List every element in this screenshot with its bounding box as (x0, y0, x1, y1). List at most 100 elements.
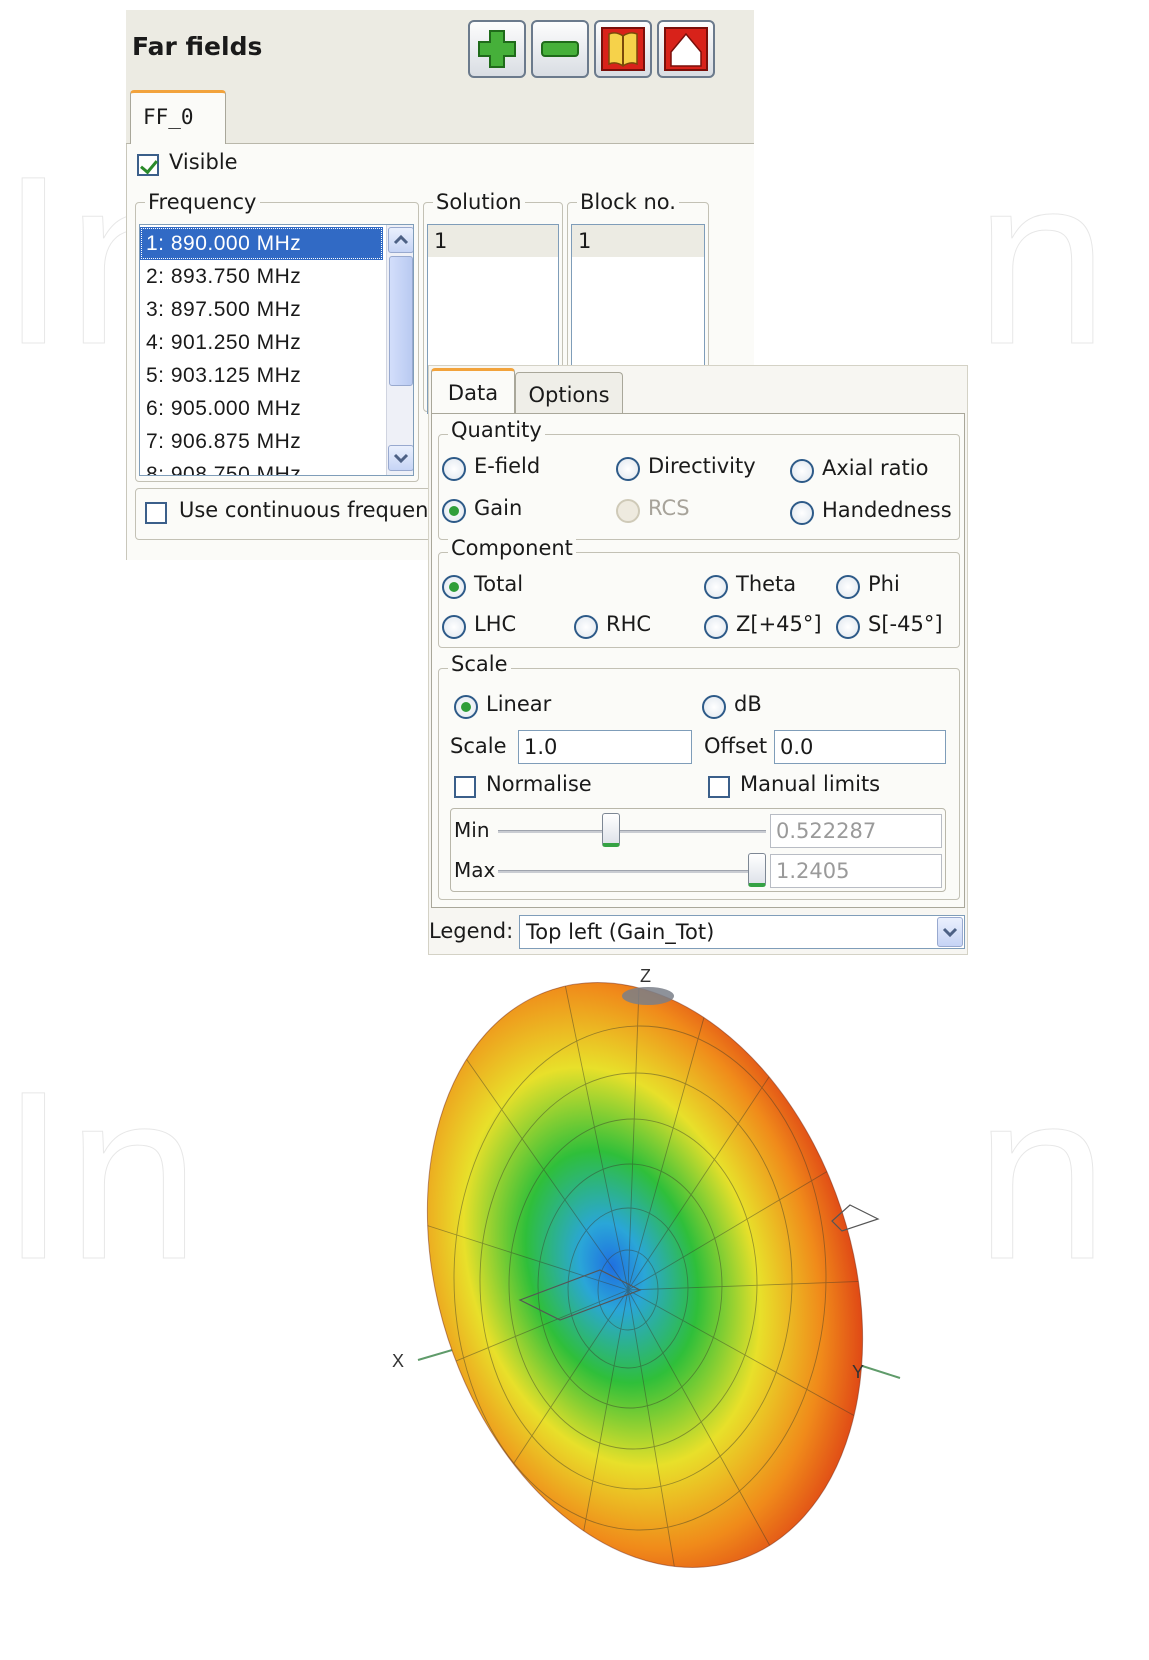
z45-label: Z[+45°] (736, 612, 822, 636)
z-axis-label: Z (640, 966, 651, 986)
s45-label: S[-45°] (868, 612, 943, 636)
rcs-label: RCS (648, 496, 690, 520)
frequency-item[interactable]: 8: 908.750 MHz (140, 458, 383, 475)
total-label: Total (474, 572, 524, 596)
z45-radio[interactable] (704, 615, 728, 639)
rhc-label: RHC (606, 612, 652, 636)
radiation-lobe (409, 960, 901, 1625)
lhc-radio[interactable] (442, 615, 466, 639)
data-tab-body: Quantity E-field Directivity Axial ratio… (431, 413, 965, 908)
efield-label: E-field (474, 454, 541, 478)
tab-ff0[interactable]: FF_0 (130, 90, 226, 146)
min-input[interactable]: 0.522287 (770, 814, 942, 848)
visible-checkbox[interactable] (137, 154, 159, 176)
legend-label: Legend: (429, 919, 514, 943)
rhc-radio[interactable] (574, 615, 598, 639)
continuous-frequency-label: Use continuous frequen (179, 498, 429, 522)
legend-row: Legend: Top left (Gain_Tot) (429, 911, 969, 955)
manual-limits-label: Manual limits (740, 772, 881, 796)
linear-label: Linear (486, 692, 552, 716)
solution-value[interactable]: 1 (428, 225, 558, 257)
add-button[interactable] (468, 20, 526, 78)
book-button[interactable] (594, 20, 652, 78)
gain-label: Gain (474, 496, 523, 520)
scroll-down-button[interactable] (388, 445, 413, 471)
theta-radio[interactable] (704, 575, 728, 599)
min-slider-thumb[interactable] (602, 813, 620, 847)
scale-field-label: Scale (450, 734, 507, 758)
tab-ff0-label: FF_0 (143, 105, 194, 129)
normalise-label: Normalise (486, 772, 592, 796)
max-slider-thumb[interactable] (748, 853, 766, 887)
theta-label: Theta (736, 572, 797, 596)
frequency-list[interactable]: 1: 890.000 MHz 2: 893.750 MHz 3: 897.500… (139, 224, 414, 476)
panel-title: Far fields (132, 32, 263, 61)
axial-ratio-label: Axial ratio (822, 456, 929, 480)
block-value[interactable]: 1 (572, 225, 704, 257)
offset-input[interactable]: 0.0 (774, 730, 946, 764)
frequency-item[interactable]: 3: 897.500 MHz (140, 293, 383, 326)
axial-ratio-radio[interactable] (790, 459, 814, 483)
gain-radio[interactable] (442, 499, 466, 523)
visible-label: Visible (169, 150, 238, 174)
legend-dropdown-button[interactable] (937, 917, 963, 947)
max-label: Max (454, 858, 496, 882)
max-slider-track[interactable] (498, 870, 766, 873)
max-input[interactable]: 1.2405 (770, 854, 942, 888)
scroll-thumb[interactable] (389, 256, 413, 386)
panel-header: Far fields (126, 10, 754, 84)
scroll-up-button[interactable] (388, 227, 413, 253)
db-radio[interactable] (702, 695, 726, 719)
db-label: dB (734, 692, 762, 716)
lhc-label: LHC (474, 612, 517, 636)
manual-limits-checkbox[interactable] (708, 776, 730, 798)
chevron-up-icon (393, 234, 409, 245)
remove-button[interactable] (531, 20, 589, 78)
x-axis-label: X (392, 1351, 404, 1371)
plus-icon (478, 30, 516, 68)
min-slider-track[interactable] (498, 830, 766, 833)
continuous-frequency-checkbox[interactable] (145, 502, 167, 524)
data-options-panel: Data Options Quantity E-field Directivit… (428, 365, 968, 955)
frequency-item[interactable]: 7: 906.875 MHz (140, 425, 383, 458)
house-button[interactable] (657, 20, 715, 78)
tab-data-label: Data (447, 381, 499, 405)
legend-select-value: Top left (Gain_Tot) (526, 920, 715, 944)
total-radio[interactable] (442, 575, 466, 599)
block-group-label: Block no. (577, 190, 679, 214)
chevron-down-icon (942, 927, 958, 938)
tab-data[interactable]: Data (431, 368, 515, 416)
frequency-item[interactable]: 5: 903.125 MHz (140, 359, 383, 392)
tab-options-label: Options (528, 383, 610, 407)
quantity-group-label: Quantity (448, 418, 545, 442)
component-group-label: Component (448, 536, 576, 560)
radiation-pattern-plot: Z X Y (392, 960, 901, 1625)
quantity-group (438, 434, 960, 540)
tab-options[interactable]: Options (515, 372, 623, 418)
handedness-label: Handedness (822, 498, 952, 522)
directivity-radio[interactable] (616, 457, 640, 481)
directivity-label: Directivity (648, 454, 756, 478)
legend-select[interactable]: Top left (Gain_Tot) (519, 915, 965, 949)
solution-group-label: Solution (433, 190, 525, 214)
phi-label: Phi (868, 572, 900, 596)
offset-field-label: Offset (704, 734, 768, 758)
book-icon (601, 27, 645, 71)
frequency-scrollbar[interactable] (386, 225, 413, 475)
phi-radio[interactable] (836, 575, 860, 599)
min-label: Min (454, 818, 490, 842)
handedness-radio[interactable] (790, 501, 814, 525)
frequency-item[interactable]: 6: 905.000 MHz (140, 392, 383, 425)
efield-radio[interactable] (442, 457, 466, 481)
linear-radio[interactable] (454, 695, 478, 719)
house-icon (664, 27, 708, 71)
frequency-item[interactable]: 2: 893.750 MHz (140, 260, 383, 293)
s45-radio[interactable] (836, 615, 860, 639)
frequency-item[interactable]: 4: 901.250 MHz (140, 326, 383, 359)
normalise-checkbox[interactable] (454, 776, 476, 798)
frequency-group-label: Frequency (145, 190, 260, 214)
scale-input[interactable]: 1.0 (518, 730, 692, 764)
rcs-radio[interactable] (616, 499, 640, 523)
frequency-item[interactable]: 1: 890.000 MHz (140, 227, 383, 260)
watermark-right-top: n (974, 126, 1109, 394)
